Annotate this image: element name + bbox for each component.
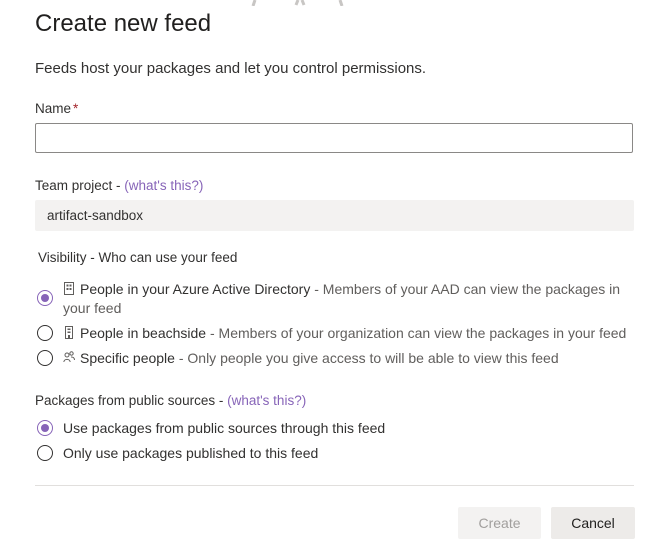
public-sources-only-radio[interactable]: [37, 445, 53, 461]
public-sources-help-link[interactable]: (what's this?): [227, 393, 306, 408]
visibility-org-description: - Members of your organization can view …: [206, 325, 627, 341]
visibility-specific-description: - Only people you give access to will be…: [174, 350, 559, 366]
public-sources-use-label: Use packages from public sources through…: [63, 420, 386, 436]
public-sources-only-label: Only use packages published to this feed: [63, 445, 319, 461]
visibility-aad-radio[interactable]: [37, 290, 53, 306]
public-sources-label-row: Packages from public sources - (what's t…: [35, 393, 306, 408]
team-project-label: Team project -: [35, 178, 125, 193]
public-sources-use-radio[interactable]: [37, 420, 53, 436]
visibility-org-title: People in beachside: [80, 325, 207, 341]
required-marker: *: [73, 101, 79, 116]
footer-divider: [35, 485, 634, 486]
visibility-org-text: People in beachside - Members of your or…: [63, 324, 626, 343]
building-icon: [65, 326, 73, 339]
header-illustration: [251, 0, 344, 6]
create-button[interactable]: Create: [458, 507, 541, 539]
visibility-aad-description: - Members of your AAD can view the packa…: [310, 281, 621, 297]
visibility-specific-text: Specific people - Only people you give a…: [63, 349, 559, 368]
team-project-label-row: Team project - (what's this?): [35, 178, 203, 193]
name-input[interactable]: [35, 123, 633, 153]
public-sources-label: Packages from public sources -: [35, 393, 228, 408]
dialog-subtitle: Feeds host your packages and let you con…: [35, 60, 427, 77]
visibility-option-org[interactable]: People in beachside - Members of your or…: [37, 324, 626, 343]
name-label-row: Name *: [35, 101, 78, 116]
visibility-option-specific[interactable]: Specific people - Only people you give a…: [37, 349, 559, 368]
people-icon: [63, 351, 75, 363]
visibility-label: Visibility - Who can use your feed: [38, 250, 238, 265]
public-sources-option-only[interactable]: Only use packages published to this feed: [37, 444, 318, 463]
visibility-specific-radio[interactable]: [37, 350, 53, 366]
team-project-help-link[interactable]: (what's this?): [124, 178, 203, 193]
public-sources-option-use[interactable]: Use packages from public sources through…: [37, 419, 385, 438]
name-label: Name: [35, 101, 72, 116]
cancel-button[interactable]: Cancel: [551, 507, 635, 539]
visibility-aad-text: People in your Azure Active Directory - …: [63, 280, 620, 318]
visibility-aad-description-cont: your feed: [63, 300, 122, 316]
visibility-aad-title: People in your Azure Active Directory: [80, 281, 311, 297]
visibility-option-aad[interactable]: People in your Azure Active Directory - …: [37, 280, 627, 318]
dialog-title: Create new feed: [35, 10, 212, 37]
team-project-field: artifact-sandbox: [35, 200, 634, 231]
visibility-org-radio[interactable]: [37, 325, 53, 341]
organization-icon: [64, 282, 74, 295]
visibility-specific-title: Specific people: [80, 350, 175, 366]
